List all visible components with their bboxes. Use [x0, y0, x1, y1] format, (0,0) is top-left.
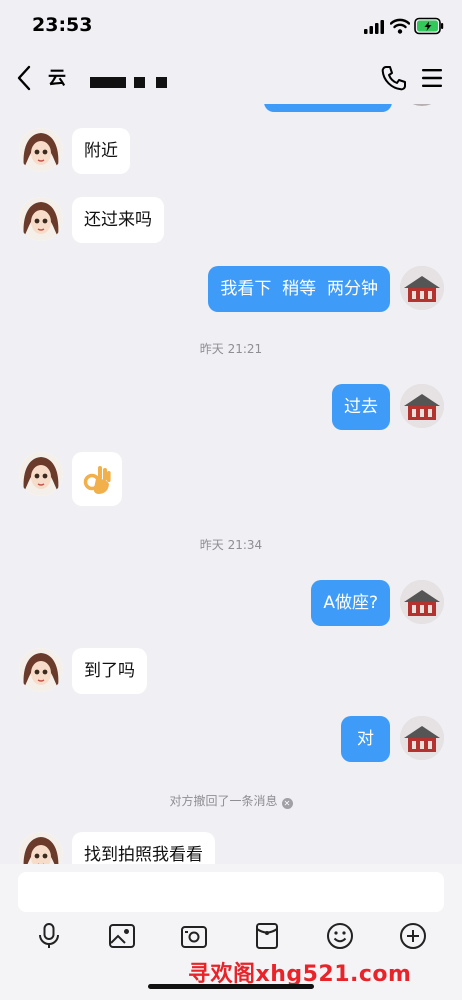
my-avatar[interactable]: [400, 716, 444, 760]
my-avatar[interactable]: [400, 580, 444, 624]
message-bubble-outgoing[interactable]: 过去: [332, 384, 390, 430]
plus-icon[interactable]: [399, 922, 427, 950]
contact-avatar[interactable]: [19, 648, 63, 692]
input-area: 寻欢阁xhg521.com: [0, 864, 462, 1000]
contact-avatar[interactable]: [19, 128, 63, 172]
red-packet-icon[interactable]: [253, 922, 281, 950]
message-bubble-incoming[interactable]: 附近: [72, 128, 130, 174]
ok-hand-icon: [83, 466, 111, 494]
message-bubble-incoming[interactable]: 还过来吗: [72, 197, 164, 243]
redacted-name-block: [156, 77, 167, 88]
message-text: 过去: [344, 397, 378, 417]
recall-text: 对方撤回了一条消息: [169, 794, 278, 808]
message-text: A做座?: [323, 593, 378, 613]
message-text: 到了吗: [84, 661, 135, 681]
redacted-name-block: [134, 77, 145, 88]
message-bubble-incoming[interactable]: [72, 452, 122, 506]
menu-icon[interactable]: [420, 66, 444, 90]
contact-avatar[interactable]: [19, 452, 63, 496]
message-timestamp: 昨天 21:21: [199, 342, 263, 356]
message-text: 还过来吗: [84, 210, 152, 230]
message-text: 对: [357, 729, 374, 749]
my-avatar[interactable]: [400, 104, 444, 106]
chat-message-list[interactable]: 附近 还过来吗 我看下 稍等 两分钟 昨天 21:21 过去 昨天 21:34: [0, 104, 462, 864]
message-bubble-incoming[interactable]: 到了吗: [72, 648, 147, 694]
contact-name: 云: [48, 68, 68, 89]
message-bubble-outgoing[interactable]: [264, 104, 392, 112]
my-avatar[interactable]: [400, 266, 444, 310]
status-time: 23:53: [32, 14, 93, 36]
chat-header: 云: [0, 52, 462, 104]
contact-avatar[interactable]: [19, 832, 63, 864]
microphone-icon[interactable]: [35, 922, 63, 950]
message-text: 附近: [84, 141, 118, 161]
image-icon[interactable]: [108, 922, 136, 950]
recall-notice: 对方撤回了一条消息 ✕: [0, 792, 462, 809]
status-bar: 23:53: [0, 0, 462, 52]
message-bubble-outgoing[interactable]: 对: [341, 716, 390, 762]
message-timestamp: 昨天 21:34: [199, 538, 263, 552]
message-bubble-outgoing[interactable]: A做座?: [311, 580, 390, 626]
phone-icon[interactable]: [380, 64, 406, 92]
my-avatar[interactable]: [400, 384, 444, 428]
emoji-icon[interactable]: [326, 922, 354, 950]
wifi-icon: [390, 18, 410, 34]
message-text: 我看下 稍等 两分钟: [220, 279, 378, 299]
message-bubble-incoming[interactable]: 找到拍照我看看: [72, 832, 215, 864]
message-bubble-outgoing[interactable]: 我看下 稍等 两分钟: [208, 266, 390, 312]
contact-avatar[interactable]: [19, 197, 63, 241]
battery-icon: [414, 17, 444, 35]
signal-icon: [364, 20, 384, 34]
close-icon[interactable]: ✕: [281, 798, 293, 809]
back-icon[interactable]: [14, 64, 34, 92]
redacted-name-block: [90, 77, 126, 88]
message-input[interactable]: [18, 872, 444, 912]
message-text: 找到拍照我看看: [84, 845, 203, 864]
camera-icon[interactable]: [180, 922, 208, 950]
home-indicator[interactable]: [148, 984, 314, 989]
